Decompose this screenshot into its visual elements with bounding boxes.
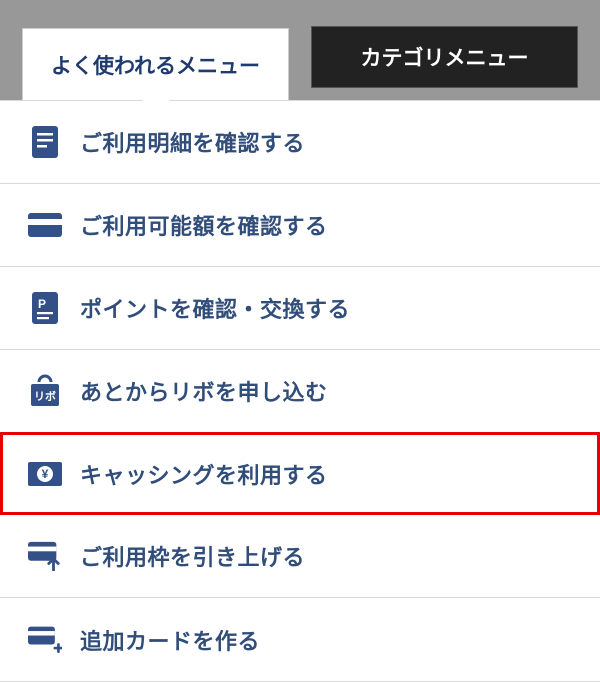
- menu-item-add-card[interactable]: 追加カードを作る: [0, 598, 600, 681]
- menu-item-cashing[interactable]: ¥ キャッシングを利用する: [0, 432, 600, 515]
- menu-item-label: あとからリボを申し込む: [80, 375, 328, 407]
- menu-item-revolving[interactable]: リボ あとからリボを申し込む: [0, 350, 600, 433]
- menu-item-available-credit[interactable]: ご利用可能額を確認する: [0, 184, 600, 267]
- add-card-icon: [28, 623, 62, 657]
- menu-item-label: ご利用明細を確認する: [80, 126, 305, 158]
- menu-item-label: ご利用可能額を確認する: [80, 209, 328, 241]
- menu-list: ご利用明細を確認する ご利用可能額を確認する P ポイントを確認・交換する リボ…: [0, 100, 600, 682]
- menu-item-points[interactable]: P ポイントを確認・交換する: [0, 267, 600, 350]
- card-icon: [28, 208, 62, 242]
- yen-card-icon: ¥: [28, 457, 62, 491]
- menu-panel: よく使われるメニュー カテゴリメニュー ご利用明細を確認する ご利用可能額を確認…: [0, 0, 600, 682]
- menu-item-statement[interactable]: ご利用明細を確認する: [0, 101, 600, 184]
- svg-text:¥: ¥: [42, 467, 49, 481]
- revo-bag-icon: リボ: [28, 374, 62, 408]
- tab-category[interactable]: カテゴリメニュー: [311, 26, 578, 88]
- menu-item-raise-limit[interactable]: ご利用枠を引き上げる: [0, 515, 600, 598]
- menu-item-label: キャッシングを利用する: [80, 458, 328, 490]
- menu-item-label: 追加カードを作る: [80, 624, 260, 656]
- svg-text:P: P: [38, 297, 46, 311]
- points-icon: P: [28, 291, 62, 325]
- svg-text:リボ: リボ: [34, 389, 56, 403]
- statement-icon: [28, 125, 62, 159]
- tab-bar: よく使われるメニュー カテゴリメニュー: [0, 0, 600, 100]
- menu-item-label: ポイントを確認・交換する: [80, 292, 350, 324]
- tab-label: よく使われるメニュー: [51, 50, 260, 80]
- limit-up-icon: [28, 539, 62, 573]
- menu-item-label: ご利用枠を引き上げる: [80, 540, 305, 572]
- tab-frequently-used[interactable]: よく使われるメニュー: [22, 28, 289, 100]
- tab-label: カテゴリメニュー: [361, 42, 529, 72]
